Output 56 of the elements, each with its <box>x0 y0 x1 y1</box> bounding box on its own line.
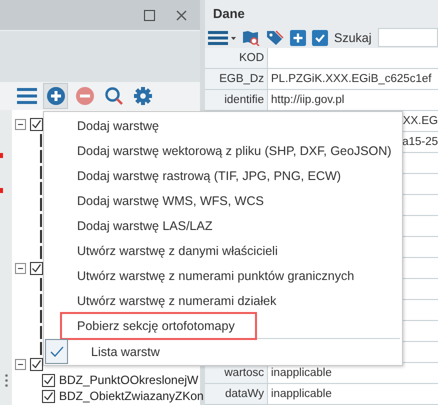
search-label: Szukaj <box>334 30 372 45</box>
search-field[interactable] <box>378 28 438 48</box>
checkbox-edge <box>40 246 42 258</box>
menu-item[interactable]: Utwórz warstwę z numerami działek <box>60 286 294 314</box>
checkbox-edge <box>40 294 42 306</box>
menu-item[interactable]: Utwórz warstwę z danymi właścicieli <box>60 236 295 264</box>
checkbox[interactable] <box>42 374 55 386</box>
add-icon[interactable] <box>290 30 306 46</box>
menu-item[interactable]: Dodaj warstwę LAS/LAZ <box>60 212 230 240</box>
checkbox[interactable] <box>42 390 55 402</box>
checkbox-edge <box>40 198 42 210</box>
menu-item[interactable]: Dodaj warstwę WMS, WFS, WCS <box>60 186 281 214</box>
field-name: dataWy <box>205 384 268 404</box>
panel-title: Dane <box>213 6 245 22</box>
menu-dropdown[interactable] <box>208 30 236 46</box>
menu-item[interactable]: Dodaj warstwę <box>60 112 176 140</box>
checkbox[interactable] <box>30 118 43 130</box>
field-value: http://iip.gov.pl <box>270 93 346 108</box>
grip-icon[interactable] <box>5 374 8 387</box>
menu-item[interactable]: Lista warstw <box>74 338 177 366</box>
checkbox-edge <box>40 150 42 162</box>
edge-marker <box>0 153 3 158</box>
edge-marker <box>0 188 3 193</box>
checkbox-edge <box>40 230 42 242</box>
collapse-icon[interactable] <box>15 262 26 274</box>
add-button[interactable] <box>43 83 68 109</box>
field-name: identifie <box>205 90 268 110</box>
field-name: KOD <box>205 48 268 68</box>
checkbox-edge <box>40 310 42 322</box>
checkbox-edge <box>40 278 42 290</box>
checkbox-edge <box>40 134 42 146</box>
checkmark-icon[interactable] <box>312 30 328 46</box>
checkbox[interactable] <box>30 358 43 370</box>
menu-item[interactable]: Pobierz sekcję ortofotomapy <box>60 312 257 340</box>
checkbox-edge <box>40 214 42 226</box>
collapse-icon[interactable] <box>15 118 26 130</box>
tag-icon[interactable] <box>266 28 284 47</box>
map-search-icon[interactable] <box>242 30 260 46</box>
menu-item[interactable]: Utwórz warstwę z numerami punktów granicznych <box>60 262 372 290</box>
checkbox-edge <box>40 166 42 178</box>
field-value: inapplicable <box>270 387 333 402</box>
field-value: PL.PZGiK.XXX.EGiB_c625c1ef <box>270 72 432 87</box>
field-value: a15-25 <box>402 136 438 148</box>
maximize-icon[interactable] <box>144 10 155 20</box>
field-value: XX.EG <box>402 115 438 127</box>
field-value: inapplicable <box>270 366 333 381</box>
menu-item[interactable]: Dodaj warstwę rastrową (TIF, JPG, PNG, ECW) <box>60 162 358 190</box>
field-name: EGB_Dz <box>205 69 268 89</box>
checkbox-edge <box>40 326 42 338</box>
checkbox[interactable] <box>30 262 43 274</box>
layer-name[interactable]: BDZ_PunktOOkreslonejW <box>59 373 198 387</box>
close-icon[interactable] <box>176 10 187 20</box>
layer-name[interactable]: BDZ_ObiektZwiazanyZKon <box>59 389 204 403</box>
checkbox-edge <box>40 342 42 354</box>
checkbox-edge <box>40 182 42 194</box>
collapse-icon[interactable] <box>15 358 26 370</box>
